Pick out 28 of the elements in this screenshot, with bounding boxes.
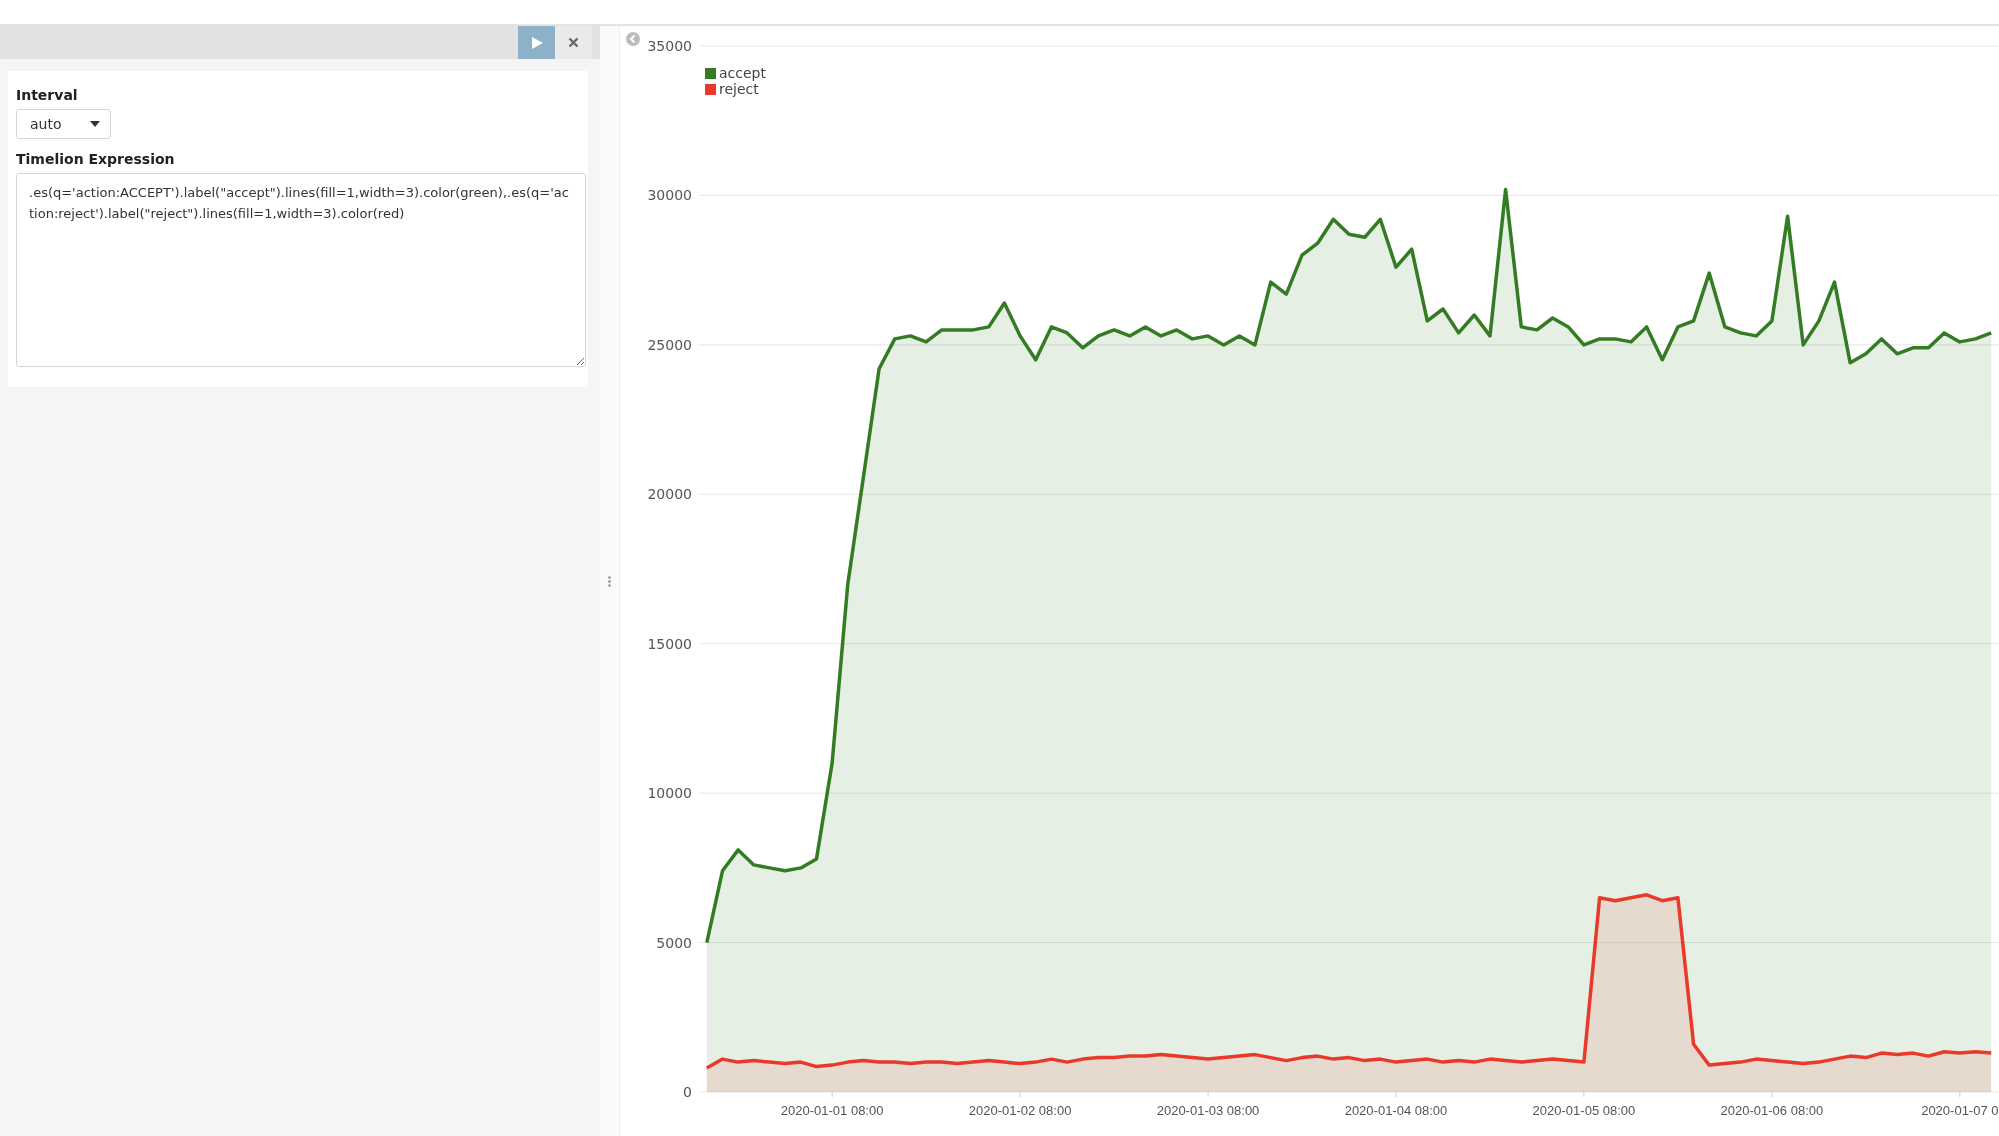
expression-field[interactable]: .es(q='action:ACCEPT').label("accept").lines(fill=1,width=3).color(green),.es(q='action:reject').label("reject").lines(fill=1,width=3).color(red) — [16, 173, 586, 367]
play-icon — [529, 35, 544, 50]
x-axis-label: 2020-01-01 08:00 — [780, 1103, 884, 1118]
close-button[interactable] — [555, 26, 592, 59]
x-axis-label: 2020-01-02 08:00 — [968, 1103, 1072, 1118]
x-axis-label: 2020-01-07 0 — [1921, 1103, 1999, 1118]
x-axis-label: 2020-01-06 08:00 — [1720, 1103, 1824, 1118]
run-button[interactable] — [518, 26, 555, 59]
y-axis-label: 10000 — [647, 785, 692, 802]
x-axis-label: 2020-01-04 08:00 — [1344, 1103, 1448, 1118]
legend-label: accept — [719, 65, 766, 81]
y-axis-label: 15000 — [647, 635, 692, 652]
collapse-icon[interactable] — [626, 32, 640, 46]
close-icon — [568, 37, 579, 48]
x-axis-label: 2020-01-05 08:00 — [1532, 1103, 1636, 1118]
y-axis-label: 25000 — [647, 336, 692, 353]
y-axis-label: 35000 — [647, 38, 692, 54]
expression-label: Timelion Expression — [16, 151, 176, 167]
legend-label: reject — [719, 81, 759, 97]
y-axis-label: 0 — [683, 1084, 692, 1100]
caret-icon — [90, 121, 100, 127]
y-axis-label: 30000 — [647, 187, 692, 204]
interval-label: Interval — [16, 87, 79, 103]
resize-handle-icon[interactable] — [608, 575, 611, 587]
y-axis-label: 5000 — [656, 934, 692, 951]
interval-dropdown[interactable]: auto — [16, 109, 111, 139]
x-axis-label: 2020-01-03 08:00 — [1156, 1103, 1260, 1118]
y-axis-label: 20000 — [647, 486, 692, 503]
